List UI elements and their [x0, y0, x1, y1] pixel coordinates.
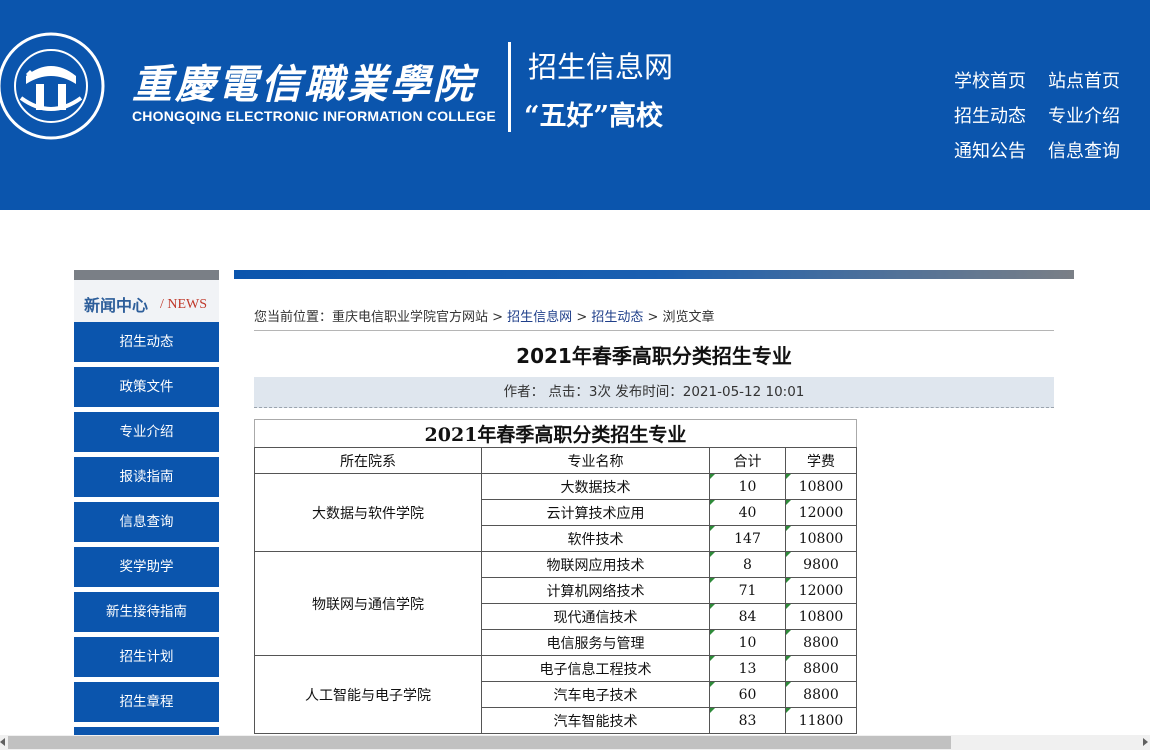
- count-cell: 10: [709, 473, 786, 500]
- site-name: 招生信息网: [528, 50, 674, 84]
- department-cell: 大数据与软件学院: [254, 473, 482, 552]
- nav-link-info-query[interactable]: 信息查询: [1048, 140, 1134, 175]
- sidebar-item-guide[interactable]: 报读指南: [74, 457, 219, 497]
- table-row: 物联网与通信学院 物联网应用技术 8 9800: [254, 551, 857, 656]
- department-cell: 人工智能与电子学院: [254, 655, 482, 734]
- sidebar-item-admission-news[interactable]: 招生动态: [74, 322, 219, 362]
- scrollbar-thumb[interactable]: [8, 736, 951, 749]
- nav-link-school-home[interactable]: 学校首页: [954, 70, 1048, 105]
- column-header: 学费: [785, 447, 857, 474]
- fee-cell: 10800: [785, 525, 857, 552]
- main-top-bar: [234, 270, 1074, 279]
- breadcrumb-divider: [254, 330, 1054, 331]
- motto: “五好”高校: [524, 101, 664, 132]
- breadcrumb-prefix: 您当前位置：重庆电信职业学院官方网站 >: [254, 310, 504, 325]
- major-cell: 汽车智能技术: [481, 707, 710, 734]
- column-header: 专业名称: [481, 447, 710, 474]
- count-cell: 84: [709, 603, 786, 630]
- table-row: 大数据与软件学院 大数据技术 10 10800: [254, 473, 857, 552]
- column-header: 所在院系: [254, 447, 482, 474]
- site-header: 重慶電信職業學院 CHONGQING ELECTRONIC INFORMATIO…: [0, 0, 1150, 210]
- fee-cell: 10800: [785, 603, 857, 630]
- sidebar-item-charter[interactable]: 招生章程: [74, 682, 219, 722]
- major-cell: 现代通信技术: [481, 603, 710, 630]
- article-title: 2021年春季高职分类招生专业: [516, 344, 792, 368]
- fee-cell: 12000: [785, 577, 857, 604]
- table-caption: 2021年春季高职分类招生专业: [254, 419, 857, 448]
- count-cell: 13: [709, 655, 786, 682]
- column-header: 合计: [709, 447, 786, 474]
- fee-cell: 8800: [785, 655, 857, 682]
- department-cell: 物联网与通信学院: [254, 551, 482, 656]
- breadcrumb-tail: > 浏览文章: [647, 310, 715, 325]
- count-cell: 10: [709, 629, 786, 656]
- sidebar-item-scholarship[interactable]: 奖学助学: [74, 547, 219, 587]
- scroll-right-icon[interactable]: [1143, 738, 1148, 746]
- breadcrumb-link-admission-site[interactable]: 招生信息网: [507, 310, 572, 325]
- table-row: 人工智能与电子学院 电子信息工程技术 13 8800: [254, 655, 857, 734]
- count-cell: 83: [709, 707, 786, 734]
- sidebar-item-majors[interactable]: 专业介绍: [74, 412, 219, 452]
- fee-cell: 8800: [785, 629, 857, 656]
- major-cell: 物联网应用技术: [481, 551, 710, 578]
- count-cell: 60: [709, 681, 786, 708]
- major-cell: 电信服务与管理: [481, 629, 710, 656]
- count-cell: 40: [709, 499, 786, 526]
- sidebar-top-bar: [74, 270, 219, 280]
- count-cell: 8: [709, 551, 786, 578]
- fee-cell: 10800: [785, 473, 857, 500]
- majors-table: 2021年春季高职分类招生专业 所在院系 专业名称 合计 学费 大数据与软件学院…: [254, 419, 857, 734]
- fee-cell: 11800: [785, 707, 857, 734]
- nav-link-notices[interactable]: 通知公告: [954, 140, 1048, 175]
- breadcrumb: 您当前位置：重庆电信职业学院官方网站 > 招生信息网 > 招生动态 > 浏览文章: [254, 306, 715, 325]
- sidebar-item-partial[interactable]: [74, 727, 219, 735]
- sidebar-item-policy[interactable]: 政策文件: [74, 367, 219, 407]
- fee-cell: 12000: [785, 499, 857, 526]
- top-navigation: 学校首页 站点首页 招生动态 专业介绍 通知公告 信息查询: [954, 70, 1140, 175]
- breadcrumb-separator: >: [576, 310, 588, 325]
- sidebar-title-en: / NEWS: [160, 297, 208, 312]
- nav-link-majors[interactable]: 专业介绍: [1048, 105, 1134, 140]
- major-cell: 大数据技术: [481, 473, 710, 500]
- major-cell: 电子信息工程技术: [481, 655, 710, 682]
- count-cell: 71: [709, 577, 786, 604]
- table-header-row: 所在院系 专业名称 合计 学费: [254, 447, 857, 474]
- breadcrumb-link-admission-news[interactable]: 招生动态: [591, 310, 643, 325]
- nav-link-admission-news[interactable]: 招生动态: [954, 105, 1048, 140]
- article-meta: 作者： 点击：3次 发布时间：2021-05-12 10:01: [254, 377, 1054, 408]
- sidebar-menu: 招生动态 政策文件 专业介绍 报读指南 信息查询 奖学助学 新生接待指南 招生计…: [74, 322, 219, 735]
- major-cell: 汽车电子技术: [481, 681, 710, 708]
- majors-table-container: 2021年春季高职分类招生专业 所在院系 专业名称 合计 学费 大数据与软件学院…: [254, 419, 858, 735]
- major-cell: 计算机网络技术: [481, 577, 710, 604]
- fee-cell: 9800: [785, 551, 857, 578]
- nav-link-site-home[interactable]: 站点首页: [1048, 70, 1134, 105]
- sidebar-item-query[interactable]: 信息查询: [74, 502, 219, 542]
- school-name-en: CHONGQING ELECTRONIC INFORMATION COLLEGE: [132, 108, 496, 124]
- college-seal-icon[interactable]: [0, 28, 106, 146]
- major-cell: 软件技术: [481, 525, 710, 552]
- table-caption-row: 2021年春季高职分类招生专业: [254, 419, 857, 448]
- horizontal-scrollbar[interactable]: [0, 735, 1150, 750]
- sidebar-title: 新闻中心: [84, 296, 149, 315]
- major-cell: 云计算技术应用: [481, 499, 710, 526]
- scroll-left-icon[interactable]: [0, 738, 5, 746]
- fee-cell: 8800: [785, 681, 857, 708]
- sidebar-item-plan[interactable]: 招生计划: [74, 637, 219, 677]
- sidebar-header: 新闻中心 / NEWS: [74, 280, 219, 322]
- sidebar-item-freshman[interactable]: 新生接待指南: [74, 592, 219, 632]
- school-name-cn: 重慶電信職業學院: [132, 61, 476, 108]
- header-divider: [508, 42, 511, 132]
- count-cell: 147: [709, 525, 786, 552]
